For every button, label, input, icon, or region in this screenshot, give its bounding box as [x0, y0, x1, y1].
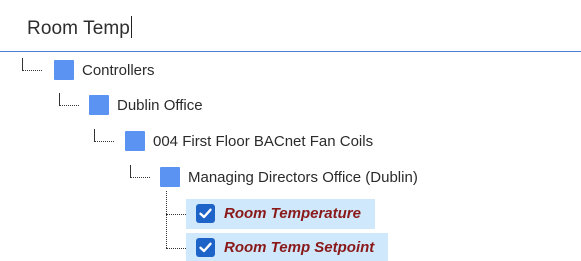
- search-input[interactable]: Room Temp: [0, 0, 581, 52]
- check-icon: [199, 208, 212, 219]
- checkbox-checked[interactable]: [196, 238, 215, 257]
- search-input-value: Room Temp: [27, 16, 133, 40]
- checkbox-checked[interactable]: [196, 204, 215, 223]
- tree-node-label: Dublin Office: [117, 97, 203, 114]
- tree-connector: [54, 93, 80, 117]
- tree-connector-horizontal: [166, 248, 186, 249]
- check-icon: [199, 242, 212, 253]
- tree-node-label: 004 First Floor BACnet Fan Coils: [153, 133, 374, 150]
- tree-leaf-room-temperature[interactable]: Room Temperature: [160, 199, 375, 229]
- tree-leaf-room-temp-setpoint[interactable]: Room Temp Setpoint: [160, 233, 390, 261]
- tree-connector: [17, 58, 43, 82]
- folder-icon: [125, 131, 145, 151]
- tree-leaf-label: Room Temperature: [224, 205, 361, 222]
- folder-icon: [89, 95, 109, 115]
- tree-node-managing-directors-office[interactable]: Managing Directors Office (Dublin): [0, 165, 470, 193]
- folder-icon: [160, 167, 180, 187]
- tree-node-first-floor-fan-coils[interactable]: 004 First Floor BACnet Fan Coils: [0, 129, 420, 157]
- folder-icon: [54, 60, 74, 80]
- tree-node-controllers[interactable]: Controllers: [0, 58, 240, 86]
- tree-connector: [89, 129, 115, 153]
- tree-node-label: Controllers: [82, 62, 155, 79]
- tree-connector-horizontal: [166, 214, 186, 215]
- tree-node-label: Managing Directors Office (Dublin): [188, 169, 418, 186]
- tree-leaf-label: Room Temp Setpoint: [224, 239, 375, 256]
- text-caret: [130, 16, 133, 38]
- tree-node-dublin-office[interactable]: Dublin Office: [0, 93, 260, 121]
- tree-connector: [125, 165, 151, 189]
